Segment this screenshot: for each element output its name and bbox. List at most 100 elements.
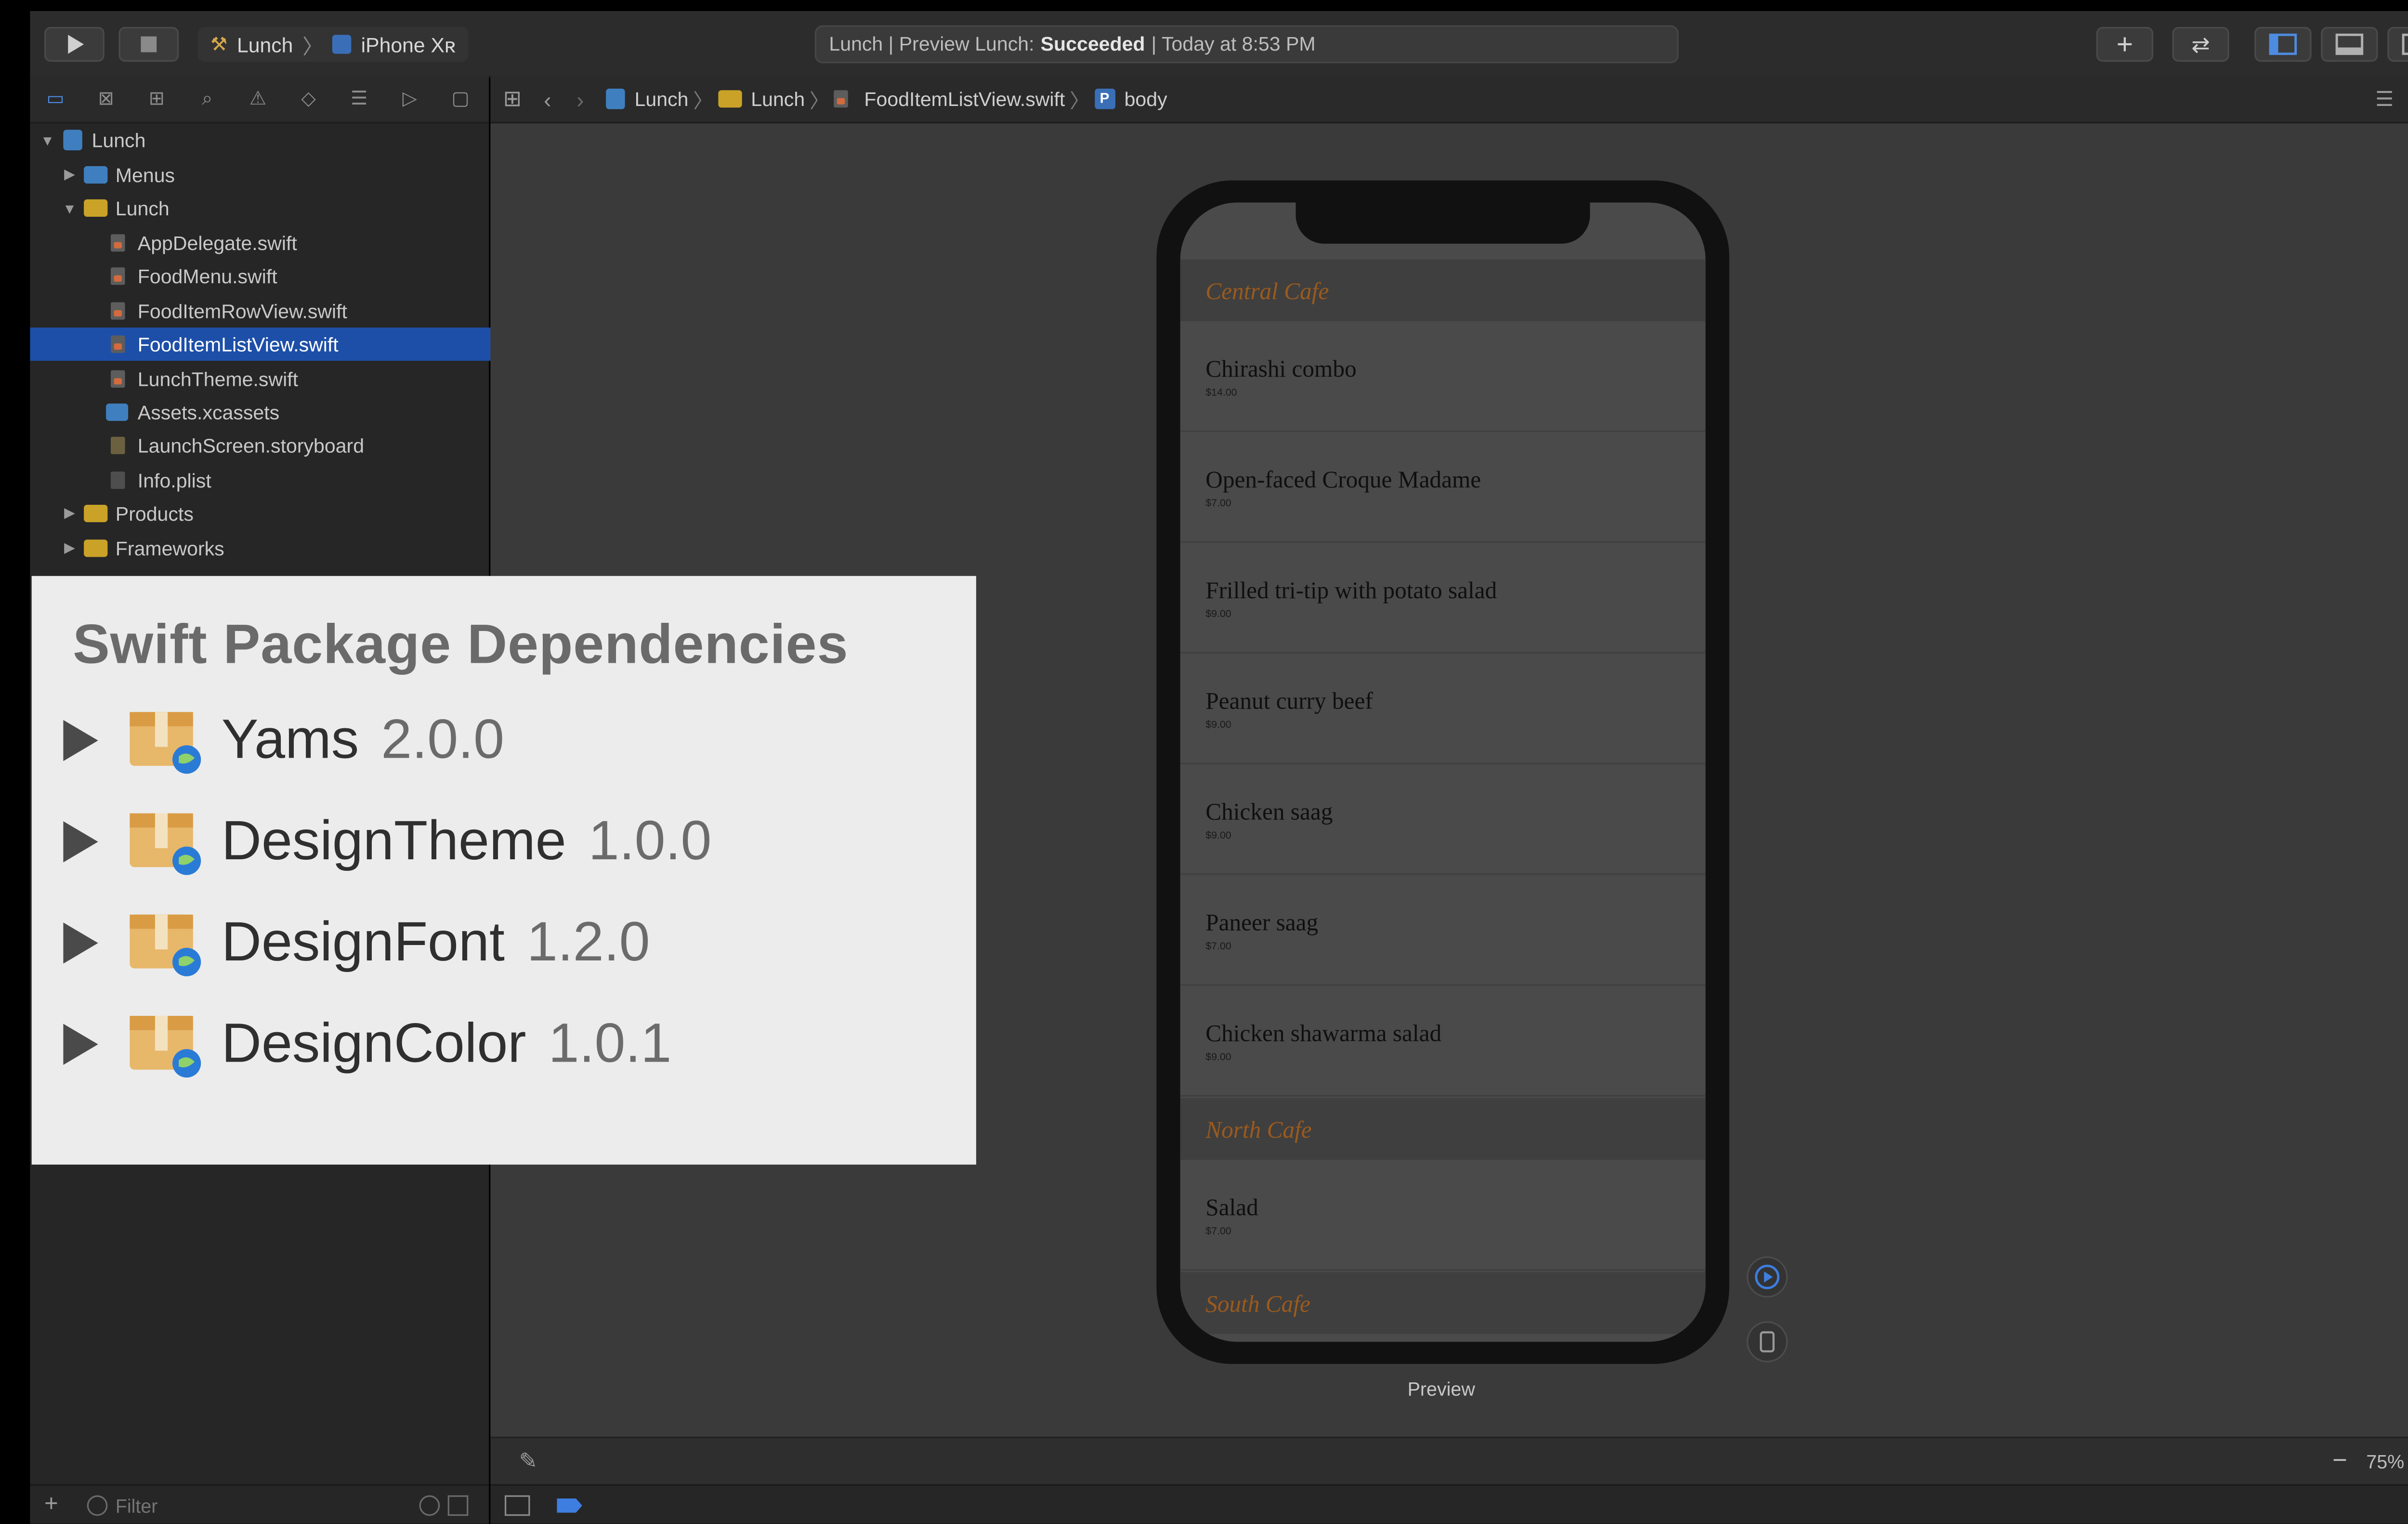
tree-item-infoplist[interactable]: Info.plist: [30, 464, 564, 497]
toggle-inspector-button[interactable]: [2387, 26, 2408, 62]
tree-item-menus[interactable]: ▶ Menus: [30, 158, 519, 192]
disclosure-closed-icon[interactable]: [63, 922, 98, 964]
breakpoints-icon[interactable]: [557, 1498, 582, 1513]
filter-input[interactable]: [112, 1492, 404, 1521]
item-name: Chirashi combo: [1205, 357, 1357, 383]
disclosure-closed-icon[interactable]: [63, 720, 98, 762]
panel-title: Swift Package Dependencies: [73, 614, 849, 676]
tree-item-fooditemlistview[interactable]: FoodItemListView.swift: [30, 328, 565, 361]
list-item[interactable]: Paneer saag $7.00: [1180, 875, 1706, 986]
play-circle-icon: [1754, 1264, 1780, 1289]
activity-prefix: Lunch | Preview Lunch:: [829, 33, 1034, 55]
run-button[interactable]: [44, 26, 105, 62]
zoom-level[interactable]: 75%: [2366, 1451, 2404, 1473]
toolbar: ⚒ Lunch 〉 iPhone Xʀ Lunch | Preview Lunc…: [30, 11, 2408, 78]
live-preview-button[interactable]: [1746, 1256, 1788, 1298]
section-header: Central Cafe: [1180, 259, 1706, 321]
swift-file-icon: [110, 302, 125, 320]
plus-icon: +: [2116, 27, 2133, 60]
disclosure-closed-icon[interactable]: [63, 1024, 98, 1065]
scm-filter-icon[interactable]: [447, 1495, 469, 1516]
code-review-button[interactable]: ⇄: [2172, 26, 2229, 62]
toggle-debug-area-button[interactable]: [2321, 26, 2378, 62]
list-item[interactable]: Chicken saag $9.00: [1180, 764, 1706, 875]
hammer-icon: ⚒: [210, 33, 228, 55]
disclosure-closed-icon[interactable]: ▶: [60, 166, 79, 184]
list-item[interactable]: Open-faced Croque Madame $7.00: [1180, 432, 1706, 543]
tree-item-products[interactable]: ▶ Products: [30, 497, 519, 530]
tree-item-label: FoodItemListView.swift: [137, 333, 339, 355]
xcode-window: ⚒ Lunch 〉 iPhone Xʀ Lunch | Preview Lunc…: [0, 0, 2408, 1524]
list-item[interactable]: Chicken shawarma salad $9.00: [1180, 985, 1706, 1097]
forward-icon[interactable]: ›: [576, 86, 584, 112]
tree-item-lunch-project[interactable]: ▼ Lunch: [30, 123, 497, 157]
tree-item-launchscreen[interactable]: LaunchScreen.storyboard: [30, 429, 564, 462]
phone-notch: [1296, 202, 1590, 244]
warning-icon[interactable]: ⚠: [247, 87, 269, 109]
device-name: iPhone Xʀ: [361, 32, 456, 56]
item-name: Chicken shawarma salad: [1205, 1022, 1442, 1048]
folder-icon[interactable]: ▭: [44, 87, 66, 109]
tree-item-label: AppDelegate.swift: [137, 232, 297, 254]
scheme-selector[interactable]: ⚒ Lunch 〉 iPhone Xʀ: [197, 26, 469, 62]
list-item[interactable]: Frilled tri-tip with potato salad $9.00: [1180, 542, 1706, 654]
breakpoint-icon[interactable]: ▷: [399, 87, 421, 109]
tree-item-fooditemrowview[interactable]: FoodItemRowView.swift: [30, 294, 564, 328]
test-icon[interactable]: ◇: [298, 87, 320, 109]
editor-options-icon[interactable]: ☰: [2375, 87, 2394, 113]
tree-item-frameworks[interactable]: ▶ Frameworks: [30, 532, 519, 565]
symbol-icon[interactable]: ⊞: [145, 87, 168, 109]
breadcrumb-group[interactable]: Lunch: [751, 88, 805, 110]
breadcrumb-symbol[interactable]: body: [1125, 88, 1167, 110]
item-price: $7.00: [1205, 941, 1231, 953]
tree-item-lunchtheme[interactable]: LunchTheme.swift: [30, 362, 564, 395]
package-row[interactable]: DesignFont 1.2.0: [63, 895, 650, 990]
package-row[interactable]: DesignTheme 1.0.0: [63, 794, 711, 889]
related-items-icon[interactable]: ⊞: [503, 85, 522, 112]
swift-package-dependencies-panel: Swift Package Dependencies Yams 2.0.0 De…: [31, 576, 976, 1165]
swift-file-icon: [110, 234, 125, 252]
package-name: DesignTheme: [221, 810, 566, 872]
item-price: $9.00: [1205, 1052, 1231, 1064]
search-icon[interactable]: ⌕: [196, 87, 218, 109]
disclosure-open-icon[interactable]: ▼: [60, 200, 79, 216]
disclosure-open-icon[interactable]: ▼: [38, 132, 57, 148]
section-header: South Cafe: [1180, 1272, 1706, 1334]
preview-on-device-button[interactable]: [1746, 1321, 1788, 1363]
tree-item-appdelegate[interactable]: AppDelegate.swift: [30, 226, 564, 260]
pin-icon[interactable]: ✎: [519, 1448, 538, 1475]
list-item[interactable]: Peanut curry beef $9.00: [1180, 653, 1706, 764]
activity-status: Succeeded: [1040, 33, 1145, 55]
breadcrumb-project[interactable]: Lunch: [635, 88, 689, 110]
package-row[interactable]: Yams 2.0.0: [63, 693, 504, 788]
stop-button[interactable]: [118, 26, 179, 62]
breadcrumb-file[interactable]: FoodItemListView.swift: [864, 88, 1065, 110]
source-control-icon[interactable]: ⊠: [95, 87, 117, 109]
tree-item-label: Info.plist: [137, 469, 211, 492]
library-button[interactable]: +: [2096, 26, 2154, 62]
toggle-navigator-button[interactable]: [2254, 26, 2312, 62]
tree-item-assets[interactable]: Assets.xcassets: [30, 395, 564, 429]
tree-item-lunch-group[interactable]: ▼ Lunch: [30, 191, 519, 224]
package-row[interactable]: DesignColor 1.0.1: [63, 997, 671, 1092]
list-item[interactable]: Chirashi combo $14.00: [1180, 321, 1706, 432]
chevron-right-icon: 〉: [302, 34, 323, 58]
back-icon[interactable]: ‹: [544, 86, 551, 112]
add-icon[interactable]: +: [44, 1491, 58, 1518]
assets-icon: [106, 403, 129, 421]
recent-files-icon[interactable]: [419, 1495, 440, 1516]
disclosure-closed-icon[interactable]: [63, 821, 98, 863]
tree-item-foodmenu[interactable]: FoodMenu.swift: [30, 260, 564, 293]
hide-debug-icon[interactable]: [504, 1495, 530, 1516]
list-item[interactable]: Salad $7.00: [1180, 1159, 1706, 1271]
report-icon[interactable]: ▢: [449, 87, 471, 109]
zoom-out-icon[interactable]: −: [2332, 1448, 2347, 1476]
debug-icon[interactable]: ☰: [348, 87, 370, 109]
disclosure-closed-icon[interactable]: ▶: [60, 539, 79, 557]
disclosure-closed-icon[interactable]: ▶: [60, 505, 79, 522]
package-name: DesignColor: [221, 1012, 526, 1075]
swift-file-icon: [110, 370, 125, 388]
chevron-right-icon: 〉: [1070, 90, 1090, 113]
arrows-icon: ⇄: [2191, 31, 2210, 56]
package-version: 1.2.0: [526, 911, 650, 973]
